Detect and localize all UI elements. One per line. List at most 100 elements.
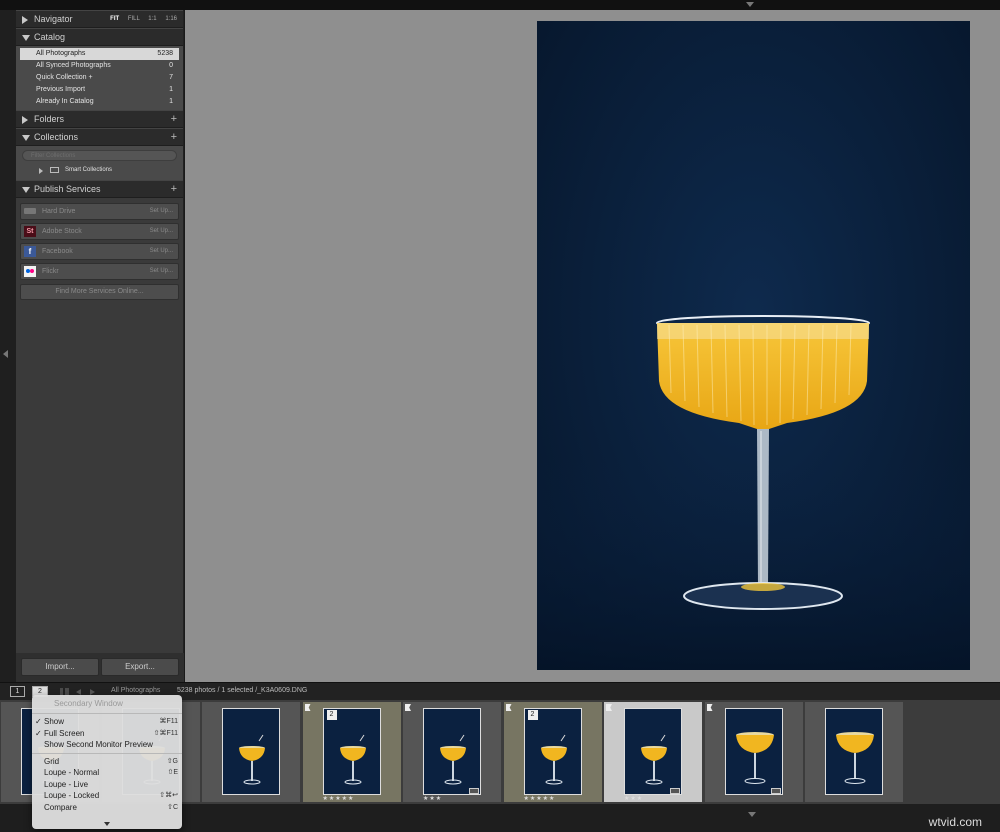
filmstrip-cell[interactable]: ★★★ (604, 702, 702, 802)
menu-item-show-second-monitor-preview[interactable]: Show Second Monitor Preview (32, 739, 182, 751)
main-window-button[interactable]: 1 (10, 686, 25, 697)
catalog-item-all-synced[interactable]: All Synced Photographs 0 (20, 60, 179, 72)
zoom-fit[interactable]: FIT (110, 16, 119, 22)
setup-link[interactable]: Set Up... (150, 264, 173, 279)
star-rating[interactable]: ★★★★★ (323, 795, 355, 802)
menu-scroll-down-icon[interactable] (104, 822, 110, 826)
menu-separator (32, 713, 182, 714)
catalog-item-quick-collection[interactable]: Quick Collection + 7 (20, 72, 179, 84)
filmstrip-cell[interactable] (705, 702, 803, 802)
menu-item-shortcut: ⇧E (167, 767, 178, 779)
stack-count-badge[interactable]: 2 (528, 710, 538, 720)
photo-thumbnail[interactable] (423, 708, 481, 795)
add-collection-icon[interactable]: + (171, 129, 177, 146)
photo-thumbnail[interactable] (222, 708, 280, 795)
setup-link[interactable]: Set Up... (150, 244, 173, 259)
photo-thumbnail[interactable] (524, 708, 582, 795)
catalog-header[interactable]: Catalog (16, 28, 183, 46)
left-panel-edge[interactable] (0, 10, 16, 682)
filmstrip-source-label[interactable]: All Photographs (111, 687, 160, 694)
menu-item-full-screen[interactable]: ✓ Full Screen ⇧⌘F11 (32, 728, 182, 740)
zoom-1-16[interactable]: 1:16 (165, 16, 177, 22)
filmstrip-cell[interactable] (202, 702, 300, 802)
navigator-header[interactable]: Navigator FIT FILL 1:1 1:16 (16, 10, 183, 28)
filmstrip-cell[interactable]: ★★★ (403, 702, 501, 802)
zoom-fill[interactable]: FILL (128, 16, 140, 22)
smart-collections-item[interactable]: Smart Collections (20, 164, 179, 176)
catalog-item-all-photographs[interactable]: All Photographs 5238 (20, 48, 179, 60)
catalog-item-count: 5238 (157, 48, 173, 60)
star-rating[interactable]: ★★★★★ (524, 795, 556, 802)
publish-services-header[interactable]: Publish Services + (16, 180, 183, 198)
add-publish-service-icon[interactable]: + (171, 181, 177, 198)
menu-item-label: Full Screen (44, 729, 84, 738)
collections-title: Collections (34, 132, 78, 142)
flag-icon[interactable] (506, 704, 512, 711)
star-rating[interactable]: ★★★ (423, 795, 442, 802)
stack-count-badge[interactable]: 2 (327, 710, 337, 720)
publish-services-title: Publish Services (34, 184, 101, 194)
import-button[interactable]: Import... (21, 658, 99, 676)
top-panel-bar (0, 0, 1000, 10)
navigator-title: Navigator (34, 14, 73, 24)
menu-item-loupe-live[interactable]: Loupe - Live (32, 779, 182, 791)
photo-thumbnail[interactable] (825, 708, 883, 795)
star-rating[interactable]: ★★★ (624, 795, 643, 802)
filmstrip-cell[interactable] (805, 702, 903, 802)
catalog-item-label: Quick Collection + (36, 74, 93, 81)
photo-thumbnail[interactable] (323, 708, 381, 795)
catalog-item-count: 1 (169, 84, 173, 96)
collections-filter-input[interactable]: Filter Collections (22, 150, 177, 161)
collections-header[interactable]: Collections + (16, 128, 183, 146)
menu-item-loupe-locked[interactable]: Loupe - Locked ⇧⌘↩ (32, 790, 182, 802)
smart-collections-label: Smart Collections (65, 167, 112, 173)
filmstrip-info-label[interactable]: 5238 photos / 1 selected /_K3A0609.DNG (177, 687, 307, 694)
publish-service-label: Facebook (42, 248, 73, 255)
menu-item-shortcut: ⇧C (167, 802, 178, 814)
collapse-triangle-icon (22, 187, 30, 193)
menu-item-compare[interactable]: Compare ⇧C (32, 802, 182, 814)
catalog-list: All Photographs 5238 All Synced Photogra… (16, 46, 183, 110)
menu-item-label: Show (44, 717, 64, 726)
flag-icon[interactable] (305, 704, 311, 711)
menu-title: Secondary Window (32, 697, 182, 711)
photo-thumbnail[interactable] (725, 708, 783, 795)
menu-item-grid[interactable]: Grid ⇧G (32, 756, 182, 768)
publish-service-flickr[interactable]: Flickr Set Up... (20, 263, 179, 280)
filmstrip-cell[interactable]: 2 ★★★★★ (504, 702, 602, 802)
catalog-item-already-in-catalog[interactable]: Already In Catalog 1 (20, 96, 179, 108)
menu-item-show[interactable]: ✓ Show ⌘F11 (32, 716, 182, 728)
publish-services-list: Hard Drive Set Up... St Adobe Stock Set … (16, 198, 183, 304)
collapse-left-panel-icon[interactable] (3, 350, 8, 358)
menu-item-label: Loupe - Live (44, 780, 88, 789)
publish-service-facebook[interactable]: f Facebook Set Up... (20, 243, 179, 260)
catalog-item-label: All Photographs (36, 50, 85, 57)
setup-link[interactable]: Set Up... (150, 204, 173, 219)
catalog-item-previous-import[interactable]: Previous Import 1 (20, 84, 179, 96)
folders-title: Folders (34, 114, 64, 124)
publish-service-hard-drive[interactable]: Hard Drive Set Up... (20, 203, 179, 220)
zoom-1-1[interactable]: 1:1 (148, 16, 156, 22)
watermark: wtvid.com (929, 815, 982, 829)
collapse-triangle-icon (22, 135, 30, 141)
flag-icon[interactable] (707, 704, 713, 711)
expand-triangle-icon[interactable] (39, 168, 43, 174)
catalog-item-label: Previous Import (36, 86, 85, 93)
publish-service-adobe-stock[interactable]: St Adobe Stock Set Up... (20, 223, 179, 240)
flag-icon[interactable] (606, 704, 612, 711)
catalog-title: Catalog (34, 32, 65, 42)
export-button[interactable]: Export... (101, 658, 179, 676)
edited-badge-icon (469, 788, 479, 794)
loupe-viewer[interactable] (185, 10, 1000, 682)
filmstrip-cell[interactable]: 2 ★★★★★ (303, 702, 401, 802)
collapse-triangle-icon (22, 35, 30, 41)
top-panel-toggle-icon[interactable] (746, 2, 754, 7)
setup-link[interactable]: Set Up... (150, 224, 173, 239)
flag-icon[interactable] (405, 704, 411, 711)
find-more-services-button[interactable]: Find More Services Online... (20, 284, 179, 300)
folders-header[interactable]: Folders + (16, 110, 183, 128)
bottom-panel-toggle-icon[interactable] (748, 812, 756, 817)
photo-thumbnail[interactable] (624, 708, 682, 795)
menu-item-loupe-normal[interactable]: Loupe - Normal ⇧E (32, 767, 182, 779)
add-folder-icon[interactable]: + (171, 111, 177, 128)
